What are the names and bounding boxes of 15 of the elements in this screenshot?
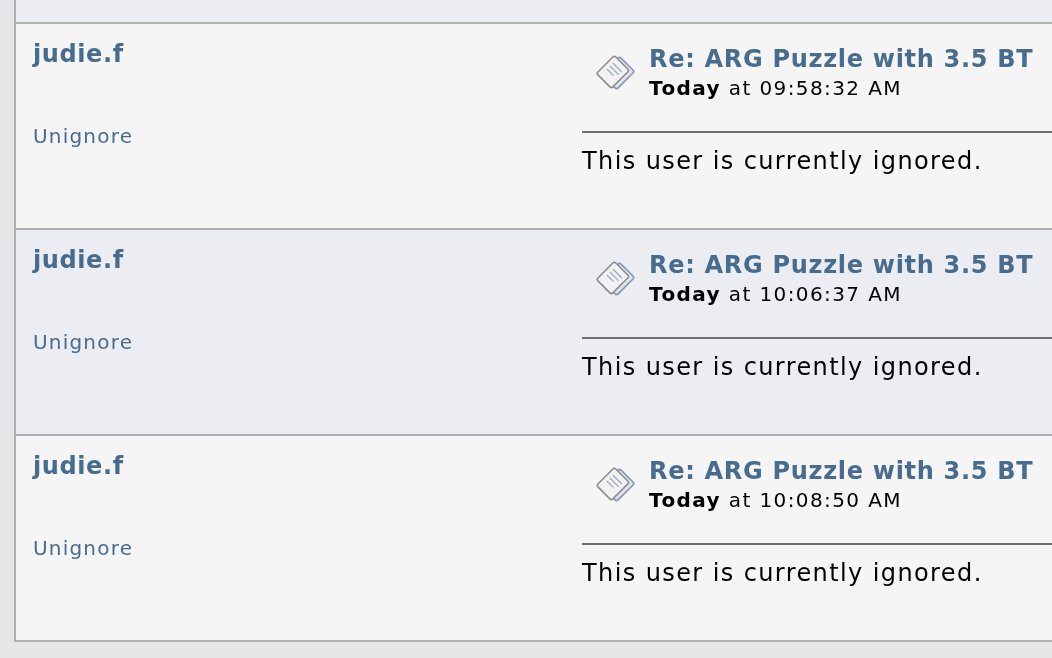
unignore-link[interactable]: Unignore xyxy=(33,124,134,148)
author-link[interactable]: judie.f xyxy=(33,452,124,480)
post-body-text: This user is currently ignored. xyxy=(582,558,983,588)
author-link[interactable]: judie.f xyxy=(33,40,124,68)
author-link[interactable]: judie.f xyxy=(33,246,124,274)
unignore-link[interactable]: Unignore xyxy=(33,330,134,354)
post-title-link[interactable]: Re: ARG Puzzle with 3.5 BT xyxy=(649,44,1034,74)
post-date: Today at 10:08:50 AM xyxy=(649,487,902,514)
post-title-link[interactable]: Re: ARG Puzzle with 3.5 BT xyxy=(649,456,1034,486)
unignore-link[interactable]: Unignore xyxy=(33,536,134,560)
post-date: Today at 10:06:37 AM xyxy=(649,281,902,308)
post-date: Today at 09:58:32 AM xyxy=(649,75,902,102)
post-body-text: This user is currently ignored. xyxy=(582,146,983,176)
post-title-link[interactable]: Re: ARG Puzzle with 3.5 BT xyxy=(649,250,1034,280)
post-body-text: This user is currently ignored. xyxy=(582,352,983,382)
